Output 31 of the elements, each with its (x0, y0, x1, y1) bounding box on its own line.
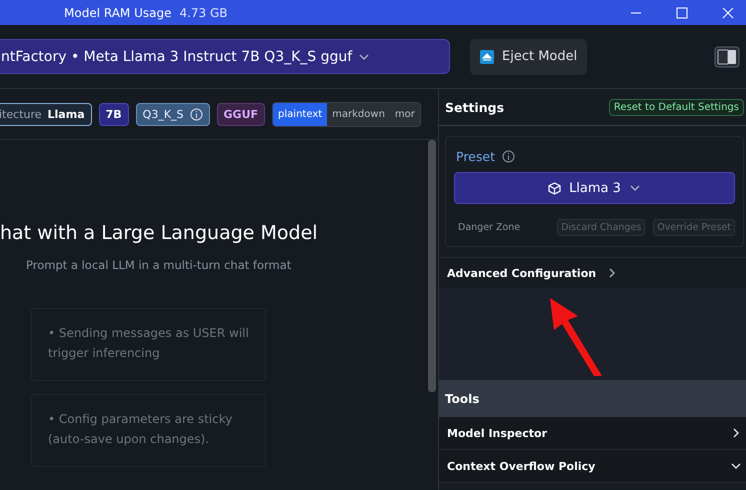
model-selector[interactable]: ntFactory • Meta Llama 3 Instruct 7B Q3_K_S gguf (0, 39, 450, 74)
size-tag: 7B (98, 102, 129, 126)
cube-icon (548, 182, 562, 194)
format-tab[interactable]: markdown (327, 102, 390, 126)
reset-button[interactable]: Reset to Default Settings (608, 98, 744, 116)
chat-subtitle: Prompt a local LLM in a multi-turn chat format (26, 258, 292, 272)
tool-row[interactable]: Model Inspector (439, 417, 746, 450)
danger-zone-label: Danger Zone (458, 222, 520, 233)
chat-heading: hat with a Large Language Model (0, 222, 319, 244)
maximize-icon[interactable] (676, 6, 688, 18)
settings-title: Settings (445, 100, 504, 114)
eject-icon (480, 50, 494, 64)
tool-row[interactable]: Context Overflow Policy (439, 450, 746, 483)
tip-text: • Sending messages as USER will trigger inferencing (48, 325, 249, 362)
tools-header: Tools (439, 380, 746, 417)
preset-dropdown[interactable]: Llama 3 (454, 172, 735, 204)
preset-label: Preset (456, 149, 495, 164)
eject-button[interactable]: Eject Model (470, 38, 588, 74)
quantization-tag: Q3_K_S (136, 102, 210, 126)
sidebar-toggle-icon[interactable] (714, 46, 740, 68)
info-icon (190, 108, 203, 120)
tip-text: • Config parameters are sticky (auto-save upon changes). (48, 411, 234, 448)
format-tag: GGUF (216, 102, 266, 126)
scrollbar-thumb[interactable] (428, 140, 436, 392)
architecture-tag: itecture Llama (0, 102, 92, 126)
format-tab[interactable]: mor (390, 102, 420, 126)
format-tab[interactable]: plaintext (273, 102, 328, 126)
ram-usage: 4.73 GB (179, 6, 228, 20)
window-title: Model RAM Usage (64, 6, 172, 20)
close-icon[interactable] (722, 6, 734, 18)
info-icon (502, 150, 515, 163)
